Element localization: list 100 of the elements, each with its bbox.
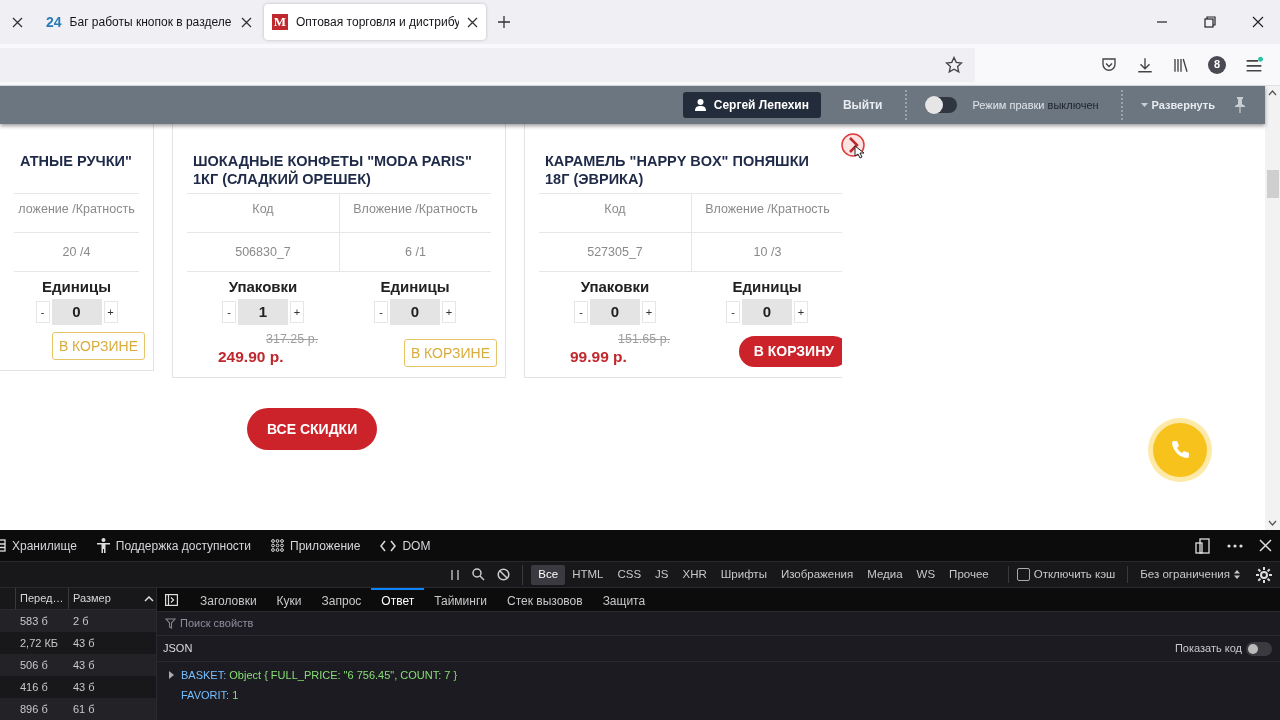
all-discounts-button[interactable]: ВСЕ СКИДКИ: [247, 408, 378, 450]
devtools-panel-tab[interactable]: Приложение: [271, 536, 361, 555]
logout-link[interactable]: Выйти: [842, 96, 883, 114]
detail-tab[interactable]: Ответ: [371, 588, 425, 612]
pause-icon[interactable]: [450, 568, 461, 581]
column-value: 10 /3: [691, 233, 842, 271]
request-type-filter[interactable]: Шрифты: [713, 564, 774, 585]
user-icon: [694, 99, 706, 111]
triangle-icon[interactable]: [167, 671, 175, 680]
increment-button[interactable]: +: [290, 301, 304, 323]
quantity-field[interactable]: 0: [390, 299, 440, 325]
old-price: 317.25 р.: [266, 332, 319, 347]
table-cell-text: 43 б: [72, 635, 96, 651]
decrement-button[interactable]: -: [574, 301, 588, 323]
responsive-design-icon[interactable]: [1195, 537, 1211, 554]
throttling-select[interactable]: Без ограничения: [1127, 565, 1244, 584]
devtools-panel-tab[interactable]: DOM: [380, 536, 431, 555]
decrement-button[interactable]: -: [222, 301, 236, 323]
collapse-up-icon[interactable]: [144, 595, 156, 602]
table-cell-text: 2 б: [72, 613, 90, 629]
devtools-panel-tab[interactable]: Поддержка доступности: [96, 536, 252, 555]
show-code-label: Показать код: [1174, 641, 1242, 657]
quantity-field[interactable]: 0: [742, 299, 792, 325]
show-code-toggle[interactable]: [1246, 641, 1272, 656]
json-entry: FAVORIT: 1: [181, 687, 239, 703]
quantity-field[interactable]: 1: [238, 299, 288, 325]
request-type-filter[interactable]: HTML: [565, 564, 611, 585]
column-header[interactable]: Размер: [69, 588, 144, 609]
decrement-button[interactable]: -: [374, 301, 388, 323]
increment-button[interactable]: +: [642, 301, 656, 323]
close-icon[interactable]: [241, 16, 252, 28]
request-type-filter[interactable]: Прочее: [942, 564, 996, 585]
detail-tab[interactable]: Тайминги: [424, 588, 497, 612]
pin-icon[interactable]: [1235, 97, 1245, 113]
decrement-button[interactable]: -: [726, 301, 740, 323]
more-options-icon[interactable]: [1227, 543, 1243, 548]
close-icon[interactable]: [1252, 16, 1264, 28]
settings-icon[interactable]: [1256, 566, 1272, 583]
caret-icon: [1140, 103, 1148, 107]
site-logo: 24: [46, 12, 62, 32]
browser-tab[interactable]: 24 Баг работы кнопок в разделе: [38, 4, 260, 40]
scroll-up-icon[interactable]: [1268, 90, 1277, 96]
account-badge[interactable]: 8: [1208, 55, 1226, 74]
request-type-filter[interactable]: CSS: [610, 564, 649, 585]
detail-tab[interactable]: Куки: [266, 588, 312, 612]
scroll-down-icon[interactable]: [1268, 520, 1277, 526]
request-type-filter[interactable]: WS: [909, 564, 943, 585]
site-logo: M: [272, 14, 288, 30]
increment-button[interactable]: +: [103, 301, 118, 323]
request-type-filter[interactable]: Изображения: [773, 564, 861, 585]
product-price: 249.90 р.: [218, 347, 285, 367]
expand-button[interactable]: Развернуть: [1140, 96, 1215, 114]
close-icon[interactable]: [11, 16, 23, 28]
toggle-sidebar-icon[interactable]: [165, 593, 178, 606]
detail-tab[interactable]: Защита: [592, 588, 656, 612]
pocket-icon[interactable]: [1100, 55, 1118, 74]
format-label: JSON: [163, 641, 193, 657]
address-field[interactable]: [0, 47, 975, 82]
code-brackets-icon: [380, 539, 397, 552]
json-entry: BASKET: Object { FULL_PRICE: "6 756.45", COUNT: 7 }: [181, 668, 458, 683]
increment-button[interactable]: +: [442, 301, 456, 323]
clear-icon[interactable]: [497, 568, 511, 581]
menu-icon[interactable]: [1244, 55, 1264, 74]
column-header: Код: [603, 201, 627, 218]
request-type-filter[interactable]: XHR: [675, 564, 714, 585]
table-cell-text: 416 б: [19, 679, 49, 695]
column-header[interactable]: Перед…: [16, 588, 69, 609]
close-icon[interactable]: [467, 16, 478, 28]
column-header: Вложение /Кратность: [691, 194, 842, 232]
detail-tab[interactable]: Запрос: [311, 588, 372, 612]
disable-cache-checkbox[interactable]: [1016, 568, 1030, 581]
sort-arrows-icon: [1234, 570, 1240, 579]
bookmark-star-icon[interactable]: [945, 55, 963, 74]
quantity-label: Единицы: [732, 277, 802, 297]
column-header: Код: [251, 201, 275, 218]
quantity-field[interactable]: 0: [590, 299, 640, 325]
table-cell-text: 61 б: [72, 701, 96, 717]
detail-tab[interactable]: Заголовки: [190, 588, 267, 612]
scrollbar[interactable]: [1265, 86, 1280, 530]
new-tab-icon[interactable]: [498, 16, 510, 28]
request-type-filter[interactable]: JS: [648, 564, 676, 585]
column-value: 527305_7: [586, 243, 644, 261]
product-price: 99.99 р.: [570, 347, 628, 367]
decrement-button[interactable]: -: [35, 301, 50, 323]
restore-icon[interactable]: [1204, 16, 1216, 28]
search-icon[interactable]: [472, 568, 486, 581]
add-to-cart-button[interactable]: В КОРЗИНУ: [738, 336, 842, 367]
quantity-field[interactable]: 0: [51, 299, 102, 325]
table-cell-text: 896 б: [19, 701, 49, 717]
user-button[interactable]: Сергей Лепехин: [682, 92, 821, 118]
devtools-panel-tab[interactable]: Хранилище: [0, 536, 77, 555]
request-type-filter[interactable]: Все: [531, 564, 566, 585]
detail-tab[interactable]: Стек вызовов: [497, 588, 593, 612]
disable-cache-label: Отключить кэш: [1033, 566, 1116, 582]
property-filter-field[interactable]: Поиск свойств: [180, 615, 480, 632]
download-icon[interactable]: [1136, 55, 1154, 74]
request-type-filter[interactable]: Медиа: [860, 564, 910, 585]
edit-mode-toggle[interactable]: [924, 97, 957, 113]
scrollbar-thumb[interactable]: [1266, 170, 1279, 198]
increment-button[interactable]: +: [794, 301, 808, 323]
